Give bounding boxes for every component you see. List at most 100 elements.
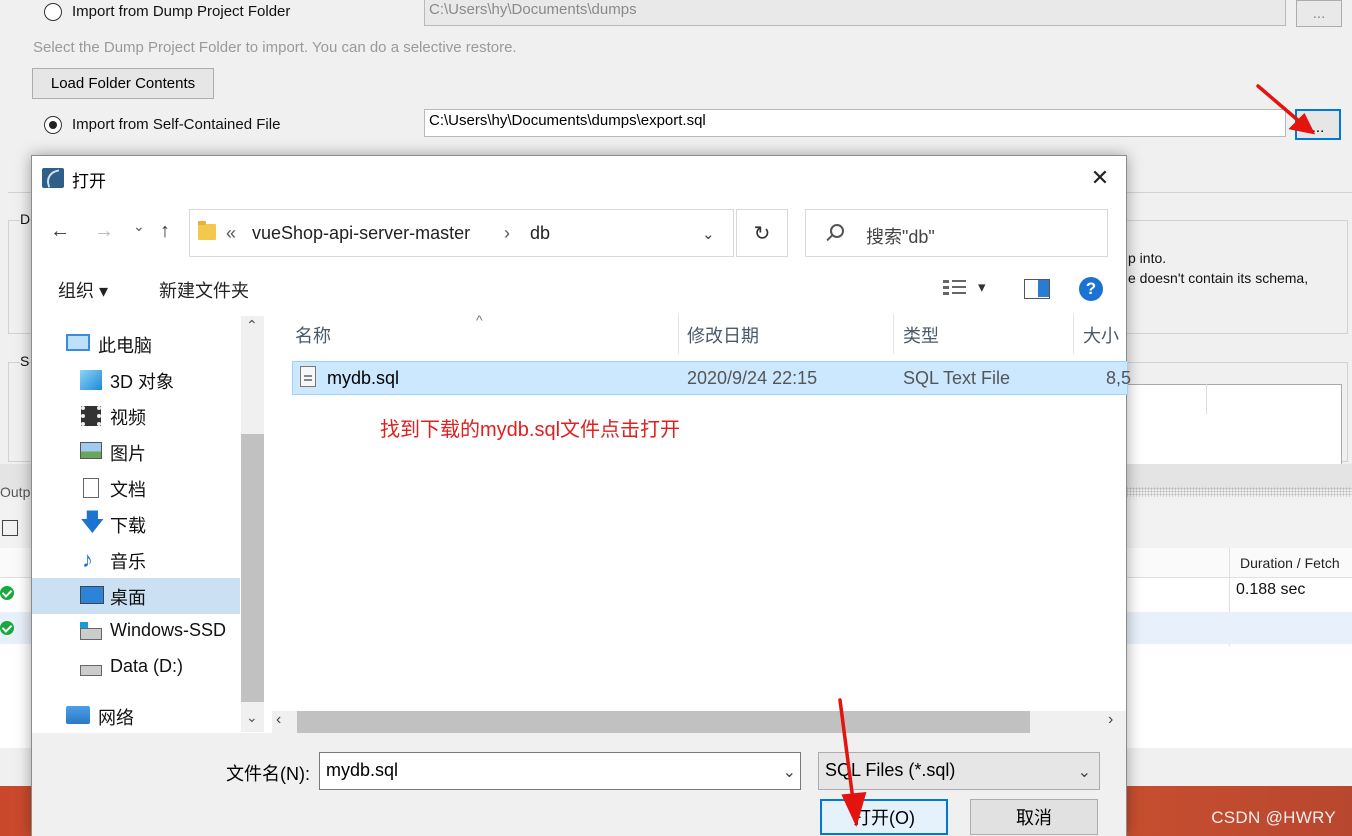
breadcrumb-overflow[interactable]: « bbox=[226, 223, 236, 244]
dialog-title: 打开 bbox=[72, 172, 106, 191]
sort-ascending-chevron-icon: ^ bbox=[476, 312, 483, 328]
right-text-1: p into. bbox=[1128, 250, 1167, 266]
dump-folder-path-input[interactable]: C:\Users\hy\Documents\dumps bbox=[424, 0, 1286, 26]
output-label: Outp bbox=[0, 484, 31, 500]
filename-field[interactable]: ⌄ bbox=[319, 752, 801, 790]
download-icon: 🡇 bbox=[80, 509, 105, 536]
sidebar-item-desktop[interactable]: 桌面 bbox=[32, 578, 240, 614]
scroll-right-arrow-icon[interactable]: › bbox=[1108, 711, 1113, 729]
organize-menu[interactable]: 组织 ▾ bbox=[58, 277, 108, 303]
view-options-icon[interactable] bbox=[943, 280, 967, 298]
sidebar-item-data-drive[interactable]: Data (D:) bbox=[32, 650, 240, 686]
nav-pane-scrollbar-thumb[interactable] bbox=[241, 434, 264, 702]
refresh-icon[interactable]: ↻ bbox=[736, 209, 788, 257]
right-text-2: e doesn't contain its schema, bbox=[1128, 270, 1309, 286]
dump-folder-browse-button[interactable]: ... bbox=[1296, 0, 1342, 27]
breadcrumb-item[interactable]: vueShop-api-server-master bbox=[252, 223, 470, 244]
folder-icon bbox=[198, 221, 216, 240]
recent-locations-chevron-icon[interactable]: ⌄ bbox=[133, 218, 145, 235]
sidebar-item-3d-objects[interactable]: 3D 对象 bbox=[32, 362, 240, 398]
forward-arrow-icon[interactable]: → bbox=[94, 220, 114, 243]
sidebar-item-windows-ssd[interactable]: Windows-SSD bbox=[32, 614, 240, 650]
self-contained-path-input[interactable]: C:\Users\hy\Documents\dumps\export.sql bbox=[424, 109, 1286, 137]
duration-header: Duration / Fetch bbox=[1240, 555, 1340, 571]
address-bar[interactable]: « vueShop-api-server-master › db ⌄ bbox=[189, 209, 734, 257]
sidebar-item-label: Data (D:) bbox=[110, 656, 184, 676]
sidebar-item-label: 此电脑 bbox=[98, 336, 152, 356]
view-options-dropdown[interactable]: ▾ bbox=[978, 278, 986, 296]
sidebar-item-label: 3D 对象 bbox=[110, 372, 175, 392]
self-contained-radio[interactable] bbox=[44, 116, 62, 134]
column-separator[interactable] bbox=[893, 314, 894, 354]
self-contained-browse-button[interactable]: ... bbox=[1295, 109, 1341, 140]
sidebar-item-label: 桌面 bbox=[110, 588, 146, 608]
filename-input[interactable] bbox=[326, 760, 766, 781]
close-button[interactable]: ✕ bbox=[1088, 166, 1112, 190]
sidebar-item-music[interactable]: ♪ 音乐 bbox=[32, 542, 240, 578]
computer-icon bbox=[66, 334, 90, 351]
new-folder-button[interactable]: 新建文件夹 bbox=[159, 277, 249, 303]
filename-history-chevron-icon[interactable]: ⌄ bbox=[783, 762, 796, 782]
schema-list-col-sep bbox=[1206, 384, 1207, 414]
splitter-grip[interactable] bbox=[1126, 487, 1352, 497]
column-header-modified[interactable]: 修改日期 bbox=[687, 322, 759, 348]
dump-folder-radio[interactable] bbox=[44, 3, 62, 21]
column-header-type[interactable]: 类型 bbox=[903, 322, 939, 348]
breadcrumb-separator-icon[interactable]: › bbox=[504, 223, 510, 244]
sidebar-item-label: 视频 bbox=[110, 408, 146, 428]
column-header-name[interactable]: 名称 bbox=[295, 322, 331, 348]
sidebar-item-label: 图片 bbox=[110, 444, 146, 464]
sidebar-item-videos[interactable]: 视频 bbox=[32, 398, 240, 434]
open-button[interactable]: 打开(O) bbox=[820, 799, 948, 835]
scroll-down-arrow-icon[interactable]: ⌄ bbox=[246, 709, 258, 726]
dialog-titlebar: 打开 ✕ bbox=[32, 156, 1126, 200]
help-icon[interactable]: ? bbox=[1079, 277, 1103, 301]
open-file-dialog: 打开 ✕ ← → ⌄ ↑ « vueShop-api-server-master… bbox=[31, 155, 1131, 836]
horizontal-scrollbar-thumb[interactable] bbox=[297, 711, 1030, 733]
scroll-up-arrow-icon[interactable]: ⌃ bbox=[246, 317, 258, 334]
column-header-size[interactable]: 大小 bbox=[1083, 322, 1119, 348]
up-arrow-icon[interactable]: ↑ bbox=[160, 220, 170, 243]
sidebar-item-label: 网络 bbox=[98, 708, 134, 728]
sidebar-item-downloads[interactable]: 🡇 下载 bbox=[32, 506, 240, 542]
column-separator[interactable] bbox=[1073, 314, 1074, 354]
self-contained-option-label: Import from Self-Contained File bbox=[72, 116, 281, 133]
file-size-cell: 8,5 bbox=[1106, 368, 1132, 388]
sidebar-item-this-pc[interactable]: 此电脑 bbox=[32, 326, 240, 362]
file-type-select[interactable]: SQL Files (*.sql) ⌄ bbox=[818, 752, 1100, 790]
file-type-chevron-icon: ⌄ bbox=[1077, 764, 1091, 781]
drive-icon bbox=[80, 665, 102, 676]
dump-folder-option-label: Import from Dump Project Folder bbox=[72, 3, 291, 20]
sidebar-item-network[interactable]: 网络 bbox=[32, 698, 240, 734]
sql-file-icon bbox=[300, 366, 316, 387]
file-name-cell[interactable]: mydb.sql bbox=[327, 368, 399, 389]
sidebar-item-label: 下载 bbox=[110, 516, 146, 536]
scroll-left-arrow-icon[interactable]: ‹ bbox=[276, 711, 281, 729]
search-icon bbox=[830, 224, 844, 238]
desktop-icon bbox=[80, 586, 104, 604]
windows-logo-icon bbox=[80, 622, 88, 628]
file-modified-cell: 2020/9/24 22:15 bbox=[687, 368, 818, 388]
sidebar-item-pictures[interactable]: 图片 bbox=[32, 434, 240, 470]
duration-value: 0.188 sec bbox=[1236, 581, 1306, 598]
column-separator[interactable] bbox=[678, 314, 679, 354]
cancel-button[interactable]: 取消 bbox=[970, 799, 1098, 835]
watermark: CSDN @HWRY bbox=[1211, 808, 1336, 827]
preview-pane-icon[interactable] bbox=[1024, 279, 1050, 299]
schema-list-box[interactable] bbox=[1126, 384, 1342, 464]
search-placeholder: 搜索"db" bbox=[866, 227, 935, 247]
file-type-cell: SQL Text File bbox=[903, 368, 1011, 388]
back-arrow-icon[interactable]: ← bbox=[50, 220, 70, 243]
address-dropdown-chevron-icon[interactable]: ⌄ bbox=[702, 225, 715, 243]
workbench-dolphin-icon bbox=[42, 168, 64, 188]
breadcrumb-item[interactable]: db bbox=[530, 223, 550, 244]
sidebar-item-label: 文档 bbox=[110, 480, 146, 500]
search-box[interactable]: 搜索"db" bbox=[805, 209, 1108, 257]
video-icon bbox=[81, 406, 101, 426]
drive-icon bbox=[80, 628, 102, 640]
sidebar-item-documents[interactable]: 文档 bbox=[32, 470, 240, 506]
documents-icon bbox=[83, 478, 99, 498]
load-folder-contents-button[interactable]: Load Folder Contents bbox=[32, 68, 214, 99]
copy-icon[interactable] bbox=[2, 520, 18, 536]
pictures-icon bbox=[80, 442, 102, 459]
